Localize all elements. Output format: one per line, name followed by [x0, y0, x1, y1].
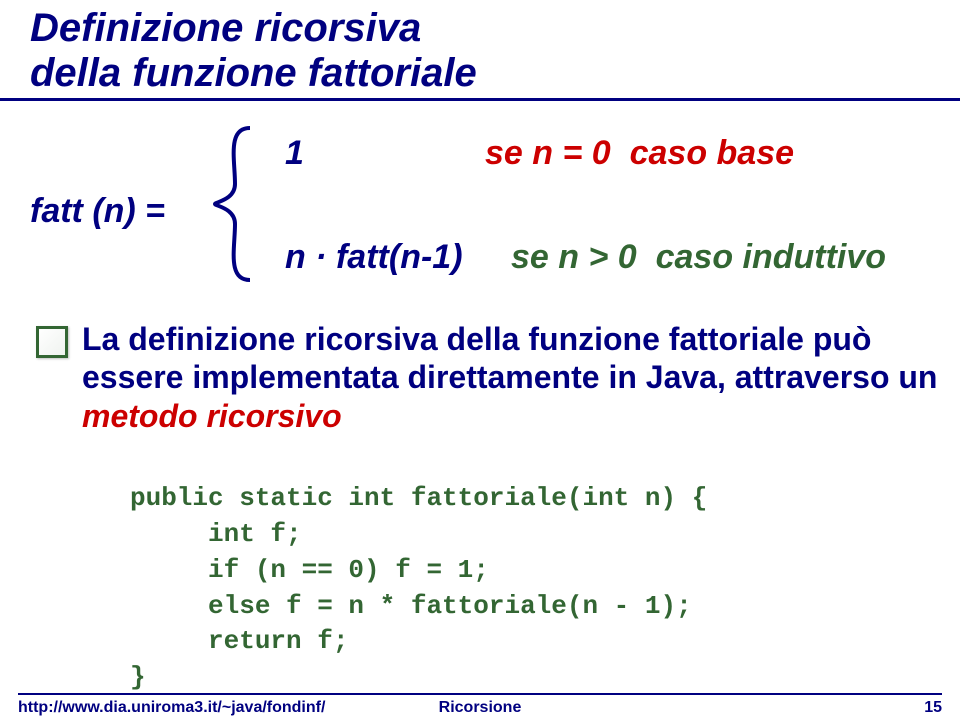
code-line-6: } — [130, 662, 146, 692]
slide-title: Definizione ricorsiva della funzione fat… — [30, 6, 477, 96]
footer-page-number: 15 — [924, 699, 942, 717]
brace-icon — [205, 124, 265, 284]
title-line-2: della funzione fattoriale — [30, 51, 477, 96]
title-line-1: Definizione ricorsiva — [30, 6, 477, 51]
bullet-text-accent: metodo ricorsivo — [82, 398, 342, 434]
bullet-item: La definizione ricorsiva della funzione … — [36, 320, 942, 435]
inductive-case-row: n · fatt(n-1) se n > 0 caso induttivo — [285, 238, 886, 277]
bullet-icon — [36, 326, 68, 358]
code-line-2: int f; — [130, 519, 302, 549]
code-block: public static int fattoriale(int n) { in… — [130, 445, 707, 696]
code-line-4: else f = n * fattoriale(n - 1); — [130, 591, 692, 621]
base-case-rhs: se n = 0 caso base — [485, 134, 794, 173]
code-line-5: return f; — [130, 626, 348, 656]
base-case-lhs: 1 — [285, 134, 485, 173]
definition-lhs: fatt (n) = — [30, 192, 165, 231]
bullet-text: La definizione ricorsiva della funzione … — [82, 320, 942, 435]
title-underline — [0, 98, 960, 101]
footer: http://www.dia.uniroma3.it/~java/fondinf… — [18, 693, 942, 717]
bullet-text-main: La definizione ricorsiva della funzione … — [82, 321, 937, 395]
base-case-row: 1 se n = 0 caso base — [285, 134, 794, 173]
inductive-case-lhs: n · fatt(n-1) — [285, 238, 485, 277]
code-line-1: public static int fattoriale(int n) { — [130, 483, 707, 513]
inductive-case-rhs: se n > 0 caso induttivo — [511, 238, 886, 277]
footer-url: http://www.dia.uniroma3.it/~java/fondinf… — [18, 699, 325, 717]
footer-title: Ricorsione — [439, 699, 522, 717]
code-line-3: if (n == 0) f = 1; — [130, 555, 489, 585]
